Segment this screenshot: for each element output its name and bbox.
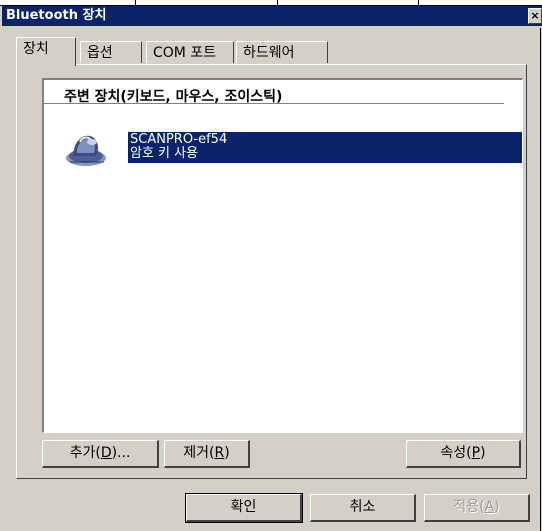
tab-label: 옵션 [87, 45, 113, 61]
group-divider [44, 103, 504, 104]
close-icon[interactable]: × [528, 8, 542, 24]
tab-label: COM 포트 [153, 45, 217, 61]
tab-options[interactable]: 옵션 [80, 41, 142, 63]
device-item[interactable]: SCANPRO-ef54 암호 키 사용 [62, 128, 522, 166]
window-title: Bluetooth 장치 [6, 8, 107, 23]
button-accelerator: A [484, 499, 495, 515]
ok-button[interactable]: 확인 [185, 493, 303, 523]
button-label-suffix: )... [111, 445, 131, 461]
device-name: SCANPRO-ef54 [130, 132, 228, 147]
button-accelerator: P [471, 445, 481, 461]
properties-button[interactable]: 속성(P) [406, 440, 521, 468]
remove-device-button[interactable]: 제거(R) [164, 440, 250, 468]
bluetooth-dialog-window: Bluetooth 장치 × 장치 옵션 COM 포트 하드웨어 주변 장치(키… [0, 0, 542, 531]
top-strip-tick [135, 0, 136, 5]
tab-hardware[interactable]: 하드웨어 [236, 41, 328, 63]
tab-strip: 장치 옵션 COM 포트 하드웨어 [16, 37, 526, 66]
device-status: 암호 키 사용 [130, 146, 199, 161]
title-bar[interactable]: Bluetooth 장치 × [2, 6, 542, 26]
top-strip-tick [418, 0, 419, 5]
add-device-button[interactable]: 추가(D)... [42, 440, 159, 468]
tab-label: 하드웨어 [243, 45, 295, 61]
top-strip-tick [277, 0, 278, 5]
button-label: 추가( [69, 445, 101, 461]
window-right-edge [540, 28, 541, 531]
button-label-suffix: ) [224, 445, 230, 461]
device-list[interactable]: 주변 장치(키보드, 마우스, 조이스틱) SCANPRO-ef54 암호 키 … [42, 78, 523, 433]
button-label: 속성( [440, 445, 472, 461]
button-label: 제거( [183, 445, 215, 461]
tab-com-ports[interactable]: COM 포트 [146, 41, 234, 63]
apply-button[interactable]: 적용(A) [424, 494, 530, 522]
button-label-suffix: ) [494, 499, 500, 515]
button-label-suffix: ) [480, 445, 486, 461]
tab-devices[interactable]: 장치 [16, 37, 76, 66]
cancel-button[interactable]: 취소 [310, 494, 416, 522]
bluetooth-mouse-icon [64, 128, 110, 168]
button-accelerator: R [214, 445, 225, 461]
button-accelerator: D [100, 445, 112, 461]
tab-label: 장치 [23, 41, 49, 57]
device-item-selected[interactable]: SCANPRO-ef54 암호 키 사용 [128, 132, 522, 163]
button-label: 적용( [453, 499, 485, 515]
